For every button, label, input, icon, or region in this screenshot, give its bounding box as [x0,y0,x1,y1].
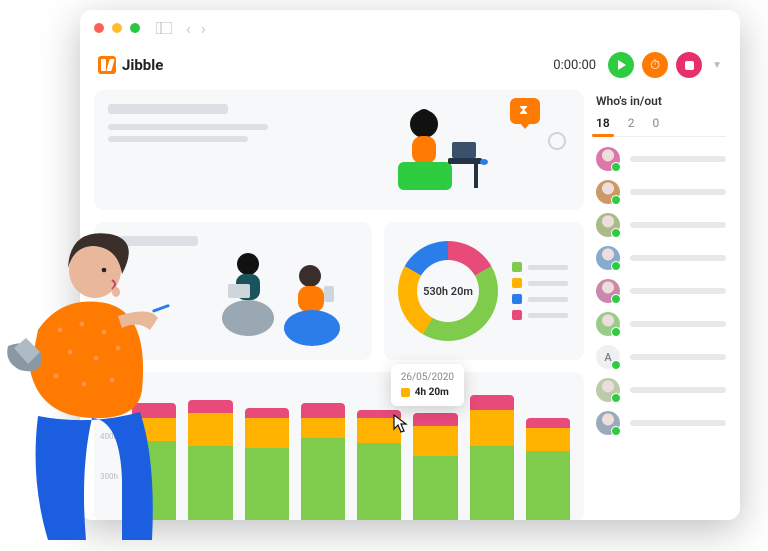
start-timer-button[interactable] [608,52,634,78]
summary-title-placeholder [108,104,228,114]
bar[interactable] [245,408,289,520]
person-row[interactable] [596,279,726,303]
timer-controls: 0:00:00 ⏱ ▼ [553,52,722,78]
whos-in-out-panel: Who's in/out 18 2 0 A [596,90,726,496]
summary-card: ⧗ [94,90,584,210]
avatar [596,411,620,435]
legend-label-placeholder [528,265,568,270]
legend-label-placeholder [528,281,568,286]
tab-in[interactable]: 18 [596,116,610,130]
bar[interactable] [188,400,232,520]
side-tabs: 18 2 0 [596,116,726,137]
nav-back-icon[interactable]: ‹ [186,19,191,38]
legend-swatch-icon [512,278,522,288]
person-row[interactable] [596,180,726,204]
bar[interactable] [526,418,570,520]
bar[interactable] [301,403,345,520]
avatar [596,378,620,402]
person-name-placeholder [630,387,726,393]
topbar: Jibble 0:00:00 ⏱ ▼ [80,46,740,90]
tab-out[interactable]: 0 [652,116,659,130]
person-row[interactable]: A [596,345,726,369]
avatar [596,279,620,303]
donut-chart: 530h 20m [398,241,498,341]
legend-swatch-icon [512,262,522,272]
person-name-placeholder [630,420,726,426]
people-list: A [596,147,726,435]
side-title: Who's in/out [596,94,726,108]
clock-icon [548,132,566,150]
legend-item [512,310,568,320]
avatar [596,312,620,336]
logo[interactable]: Jibble [98,56,163,74]
play-icon [618,60,626,70]
hourglass-icon: ⧗ [519,103,528,118]
two-people-illustration [208,236,358,346]
person-name-placeholder [630,189,726,195]
stop-icon [685,61,694,70]
legend-label-placeholder [528,297,568,302]
timer-more-icon[interactable]: ▼ [712,60,722,71]
person-row[interactable] [596,213,726,237]
tooltip-date: 26/05/2020 [401,372,454,383]
app-window: ‹ › Jibble 0:00:00 ⏱ ▼ ⧗ [80,10,740,520]
tooltip-value: 4h 20m [415,387,449,398]
legend-swatch-icon [512,294,522,304]
bar-chart-bars [132,390,570,520]
nav-forward-icon[interactable]: › [201,19,206,38]
avatar [596,147,620,171]
person-name-placeholder [630,354,726,360]
legend-label-placeholder [528,313,568,318]
donut-legend [512,262,568,320]
legend-swatch-icon [512,310,522,320]
person-row[interactable] [596,411,726,435]
foreground-person-illustration [0,220,175,540]
avatar [596,213,620,237]
maximize-window-button[interactable] [130,23,140,33]
sidebar-toggle-icon[interactable] [156,19,172,38]
person-row[interactable] [596,246,726,270]
legend-item [512,294,568,304]
logo-text: Jibble [122,56,163,74]
tab-mid[interactable]: 2 [628,116,635,130]
avatar: A [596,345,620,369]
person-name-placeholder [630,288,726,294]
avatar [596,246,620,270]
timer-value: 0:00:00 [553,58,596,73]
person-row[interactable] [596,147,726,171]
summary-text-block [108,104,268,148]
person-name-placeholder [630,156,726,162]
minimize-window-button[interactable] [112,23,122,33]
person-row[interactable] [596,378,726,402]
bar-tooltip: 26/05/2020 4h 20m [391,364,464,406]
summary-line-placeholder [108,124,268,130]
donut-card: 530h 20m [384,222,584,360]
break-timer-button[interactable]: ⏱ [642,52,668,78]
cursor-icon [393,414,409,438]
stop-timer-button[interactable] [676,52,702,78]
person-name-placeholder [630,321,726,327]
summary-line-placeholder [108,136,248,142]
avatar [596,180,620,204]
donut-center-label: 530h 20m [423,285,473,298]
logo-mark-icon [98,56,116,74]
break-icon: ⏱ [650,58,660,73]
legend-item [512,278,568,288]
person-name-placeholder [630,222,726,228]
bar[interactable] [470,395,514,520]
person-at-desk-illustration: ⧗ [288,104,570,204]
person-name-placeholder [630,255,726,261]
window-titlebar: ‹ › [80,10,740,46]
speech-bubble: ⧗ [510,98,540,124]
bar[interactable] [413,413,457,520]
tooltip-swatch-icon [401,388,410,397]
person-row[interactable] [596,312,726,336]
close-window-button[interactable] [94,23,104,33]
legend-item [512,262,568,272]
